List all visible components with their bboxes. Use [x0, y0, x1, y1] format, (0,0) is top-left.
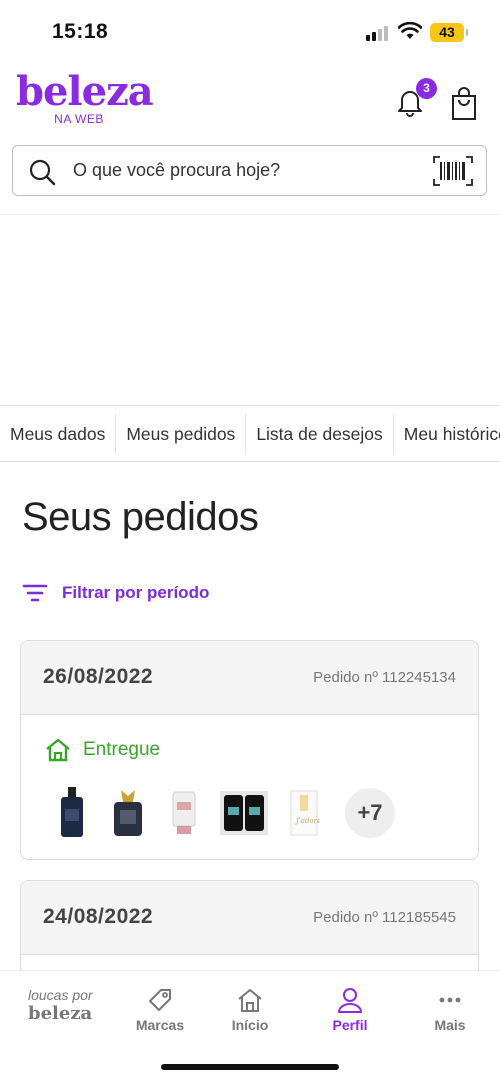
order-date: 24/08/2022 [43, 905, 154, 928]
product-thumbnail [163, 785, 205, 841]
shopping-bag-icon[interactable] [450, 86, 478, 122]
brand-logo[interactable]: beleza NA WEB [16, 68, 154, 127]
status-bar: 15:18 43 [0, 0, 500, 64]
user-icon [338, 988, 362, 1013]
svg-text:J'adore: J'adore [294, 817, 320, 825]
account-tabs: Meus dados Meus pedidos Lista de desejos… [0, 405, 500, 462]
home-icon [238, 989, 262, 1012]
product-thumbnail: J'adore [283, 785, 325, 841]
tab-meus-pedidos[interactable]: Meus pedidos [116, 413, 247, 454]
nav-item-perfil[interactable]: Perfil [310, 987, 390, 1033]
order-number: Pedido nº 112245134 [313, 669, 456, 686]
filter-label: Filtrar por período [62, 583, 210, 602]
home-indicator [161, 1064, 339, 1070]
search-bar[interactable] [12, 145, 487, 196]
barcode-scanner-icon[interactable] [433, 156, 473, 186]
tag-icon [149, 989, 171, 1011]
header-divider [0, 214, 500, 215]
nav-label: Perfil [332, 1017, 368, 1033]
more-products-badge[interactable]: +7 [345, 788, 395, 838]
product-thumbnail [107, 785, 149, 841]
home-icon [46, 738, 70, 762]
order-number: Pedido nº 112185545 [313, 909, 456, 926]
tab-lista-de-desejos[interactable]: Lista de desejos [246, 413, 394, 454]
nav-brand-bottom: beleza [28, 1003, 93, 1024]
filter-by-period-button[interactable]: Filtrar por período [22, 582, 209, 604]
order-header: 24/08/2022 Pedido nº 112185545 [21, 881, 478, 955]
product-thumbnails: J'adore +7 [51, 785, 395, 841]
nav-brand-top: loucas por [28, 987, 93, 1003]
logo-wordmark: beleza [16, 68, 154, 115]
product-thumbnail [219, 785, 269, 841]
nav-label: Mais [434, 1017, 466, 1033]
product-thumbnail [51, 785, 93, 841]
tab-meus-dados[interactable]: Meus dados [0, 413, 117, 454]
filter-icon [22, 584, 48, 602]
cellular-signal-icon [366, 26, 388, 41]
nav-brand-logo[interactable]: loucas por beleza [28, 987, 98, 1024]
notification-badge: 3 [416, 78, 437, 99]
order-date: 26/08/2022 [43, 665, 154, 688]
order-header: 26/08/2022 Pedido nº 112245134 [21, 641, 478, 715]
order-status: Entregue [45, 738, 160, 762]
search-icon [29, 159, 56, 186]
nav-label: Início [231, 1017, 269, 1033]
page-title: Seus pedidos [22, 495, 259, 539]
search-input[interactable] [73, 155, 413, 185]
more-dots-icon [439, 997, 461, 1003]
status-label: Entregue [83, 739, 161, 760]
wifi-icon [398, 22, 422, 39]
nav-item-marcas[interactable]: Marcas [120, 987, 200, 1033]
nav-item-inicio[interactable]: Início [210, 987, 290, 1033]
battery-indicator: 43 [430, 23, 468, 42]
tab-meu-historico[interactable]: Meu histórico [394, 414, 500, 454]
nav-label: Marcas [135, 1017, 185, 1033]
order-card[interactable]: 26/08/2022 Pedido nº 112245134 Entregue … [20, 640, 479, 860]
status-time: 15:18 [52, 20, 109, 43]
nav-item-mais[interactable]: Mais [410, 987, 490, 1033]
